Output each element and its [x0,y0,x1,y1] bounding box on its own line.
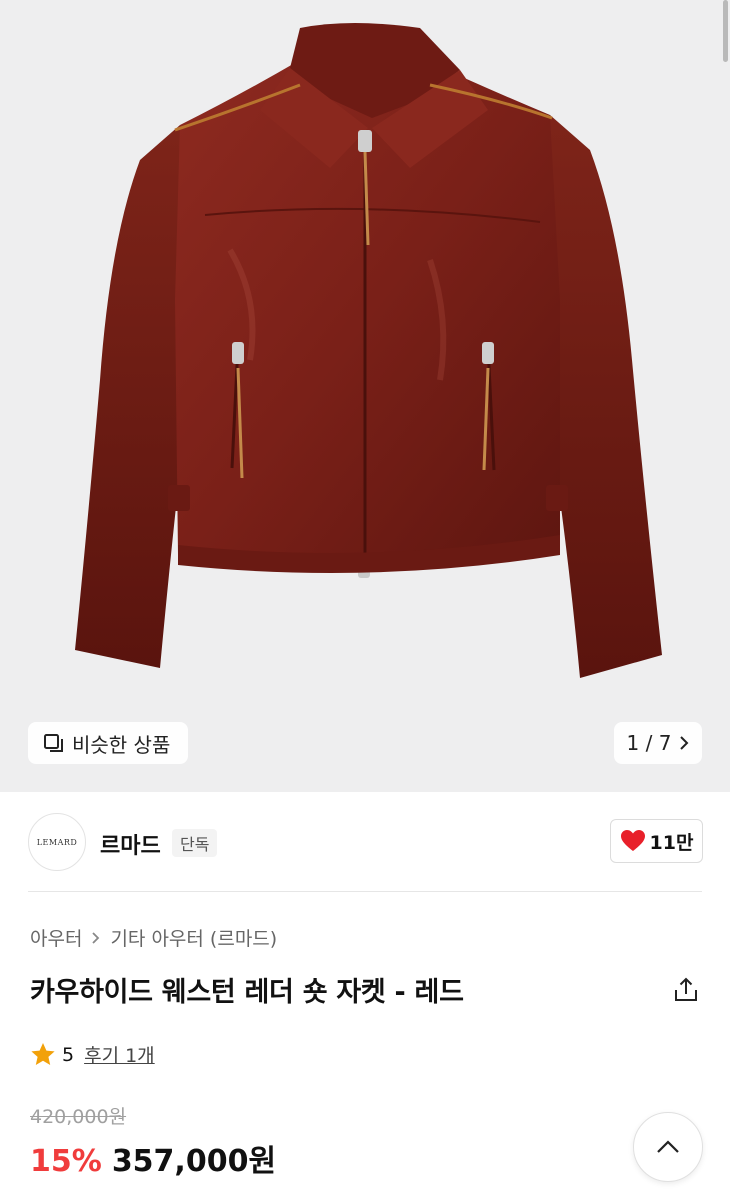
brand-row: LEMARD 르마드 단독 11만 [0,792,730,892]
like-count: 11만 [649,831,694,854]
jacket-photo [75,23,662,678]
rating-score: 5 [62,1043,75,1066]
similar-products-label: 비슷한 상품 [72,732,171,757]
chevron-up-icon [657,1140,679,1153]
product-image-gallery[interactable]: 비슷한 상품 1 / 7 [0,0,730,792]
scrollbar-thumb[interactable] [723,0,728,62]
section-divider [28,891,702,892]
sale-price: 357,000원 [111,1144,277,1179]
rating-row: 5 후기 1개 [30,1041,155,1068]
breadcrumb-item-outer[interactable]: 아우터 [30,924,82,951]
heart-icon [620,829,646,853]
discount-rate: 15% [30,1144,102,1179]
star-icon [30,1042,56,1067]
page-scrollbar[interactable] [722,0,730,792]
similar-products-icon [42,731,66,755]
chevron-right-icon [679,735,689,751]
share-icon [675,977,697,1001]
share-button[interactable] [672,976,700,1004]
image-page-indicator[interactable]: 1 / 7 [614,722,702,764]
sale-price-row: 15% 357,000원 [30,1136,276,1180]
brand-name[interactable]: 르마드 [100,828,161,860]
page-indicator-text: 1 / 7 [626,731,672,755]
reviews-link[interactable]: 후기 1개 [84,1041,155,1068]
like-button[interactable]: 11만 [610,819,703,863]
original-price: 420,000원 [30,1106,127,1128]
brand-logo-text: LEMARD [36,837,78,847]
brand-logo[interactable]: LEMARD [28,813,86,871]
breadcrumb-item-category[interactable]: 기타 아우터 (르마드) [110,924,277,951]
exclusive-badge: 단독 [172,829,218,857]
product-title: 카우하이드 웨스턴 레더 숏 자켓 - 레드 [30,977,464,1008]
similar-products-button[interactable]: 비슷한 상품 [28,722,188,764]
scroll-to-top-button[interactable] [633,1112,703,1182]
chevron-right-icon [91,931,101,945]
breadcrumb: 아우터 기타 아우터 (르마드) [30,924,277,951]
